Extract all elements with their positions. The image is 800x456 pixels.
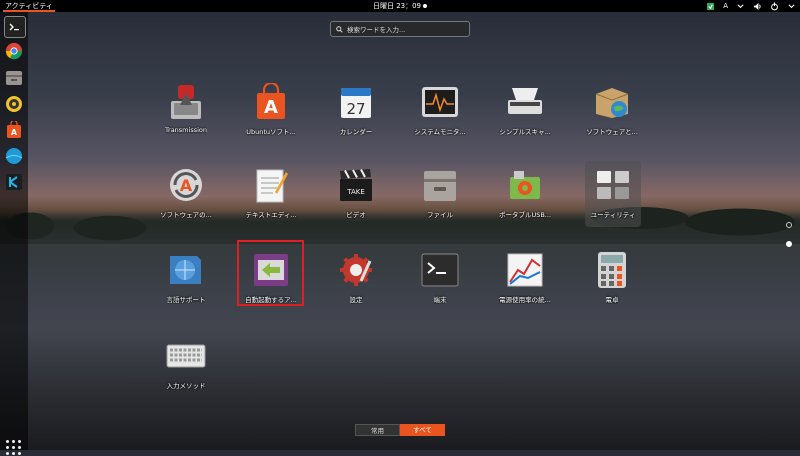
- dock-terminal[interactable]: [4, 16, 26, 38]
- svg-text:A: A: [180, 176, 193, 195]
- app-label: ファイル: [427, 211, 453, 219]
- app-label: ソフトウェアの...: [160, 211, 212, 219]
- app-label: ソフトウェアと...: [586, 128, 638, 136]
- app-label: 端末: [433, 296, 447, 304]
- volume-icon[interactable]: [753, 2, 762, 11]
- page-indicator-1[interactable]: [786, 222, 792, 228]
- chevron-down-icon[interactable]: [736, 2, 745, 11]
- power-statistics-icon: [507, 253, 543, 287]
- top-bar: アクティビティ 日曜日 23：09 A: [0, 0, 800, 12]
- app-calculator[interactable]: 電卓: [574, 248, 650, 314]
- dock-files[interactable]: [4, 68, 24, 88]
- dock-globe[interactable]: [4, 146, 24, 166]
- app-software-properties[interactable]: ソフトウェアと...: [574, 80, 650, 146]
- app-label: Transmission: [165, 126, 207, 134]
- app-label: 言語サポート: [166, 296, 206, 304]
- search-input[interactable]: 検索ワードを入力...: [330, 21, 470, 37]
- show-applications-button[interactable]: [6, 440, 22, 456]
- app-input-method[interactable]: 入力メソッド: [148, 334, 224, 400]
- startup-apps-icon: [254, 254, 288, 286]
- app-terminal[interactable]: 端末: [402, 248, 478, 314]
- terminal-icon: [421, 253, 459, 287]
- files-icon: [6, 71, 22, 85]
- clock[interactable]: 日曜日 23：09: [372, 0, 428, 12]
- chevron-down-icon[interactable]: [787, 2, 796, 11]
- svg-text:A: A: [11, 128, 18, 137]
- dock-rhythmbox[interactable]: [4, 94, 24, 114]
- language-support-icon: [170, 256, 201, 284]
- svg-text:A: A: [264, 97, 278, 118]
- app-label: 入力メソッド: [166, 382, 206, 390]
- app-usb-creator[interactable]: ポータブルUSB...: [487, 163, 563, 229]
- transmission-icon: [171, 85, 201, 119]
- app-label: 電卓: [605, 296, 619, 304]
- usb-creator-icon: [510, 171, 540, 199]
- dock-software-center[interactable]: A: [4, 120, 24, 140]
- app-label: シンプルスキャ...: [499, 128, 551, 136]
- text-editor-icon: [256, 169, 288, 203]
- app-simple-scan[interactable]: シンプルスキャ...: [487, 80, 563, 146]
- scanner-icon: [508, 88, 542, 114]
- app-label: ポータブルUSB...: [498, 211, 552, 219]
- kodi-icon: [6, 174, 22, 190]
- app-language-support[interactable]: 言語サポート: [148, 248, 224, 314]
- utilities-folder-icon: [597, 171, 629, 199]
- videos-icon: TAKE: [340, 169, 372, 201]
- network-status-icon[interactable]: [706, 2, 715, 11]
- app-label: カレンダー: [339, 128, 373, 136]
- app-startup-applications[interactable]: 自動起動するア...: [233, 248, 309, 314]
- svg-text:27: 27: [346, 100, 365, 118]
- system-monitor-icon: [422, 87, 458, 117]
- dock: A: [0, 12, 28, 455]
- app-label: テキストエディ...: [245, 211, 297, 219]
- ubuntu-software-icon: A: [7, 121, 21, 138]
- app-label: 自動起動するア...: [245, 296, 297, 304]
- dock-kodi[interactable]: [4, 172, 24, 192]
- clock-label: 日曜日 23：09: [372, 2, 422, 10]
- rhythmbox-icon: [6, 96, 22, 112]
- terminal-icon: [9, 23, 19, 31]
- app-power-statistics[interactable]: 電源使用率の統...: [487, 248, 563, 314]
- globe-icon: [5, 148, 23, 164]
- app-system-monitor[interactable]: システムモニタ...: [402, 80, 478, 146]
- app-label: 電源使用率の統...: [499, 296, 551, 304]
- activities-button[interactable]: アクティビティ: [3, 0, 55, 12]
- input-method-icon: [166, 344, 206, 368]
- app-videos[interactable]: TAKE ビデオ: [318, 163, 394, 229]
- app-calendar[interactable]: 27 カレンダー: [318, 80, 394, 146]
- app-transmission[interactable]: Transmission: [148, 80, 224, 146]
- app-label: Ubuntuソフト...: [246, 128, 296, 136]
- tab-all[interactable]: すべて: [400, 424, 445, 436]
- app-label: 設定: [349, 296, 363, 304]
- keyboard-indicator[interactable]: A: [723, 0, 728, 12]
- app-text-editor[interactable]: テキストエディ...: [233, 163, 309, 229]
- folder-utilities[interactable]: ユーティリティ: [575, 163, 651, 229]
- app-software-updater[interactable]: A ソフトウェアの...: [148, 163, 224, 229]
- app-files[interactable]: ファイル: [402, 163, 478, 229]
- page-indicator-2[interactable]: [786, 241, 792, 247]
- system-tray[interactable]: A: [706, 0, 796, 12]
- app-label: ユーティリティ: [590, 211, 636, 219]
- app-settings[interactable]: 設定: [318, 248, 394, 314]
- search-icon: [336, 25, 343, 33]
- search-placeholder: 検索ワードを入力...: [347, 26, 406, 34]
- app-label: ビデオ: [346, 211, 366, 219]
- notification-dot-icon: [423, 4, 428, 8]
- settings-icon: [340, 254, 372, 286]
- app-ubuntu-software[interactable]: A Ubuntuソフト...: [233, 80, 309, 146]
- calendar-icon: 27: [341, 88, 371, 118]
- files-icon: [424, 171, 456, 201]
- software-updates-icon: [595, 88, 629, 118]
- chrome-icon: [5, 42, 23, 60]
- power-icon[interactable]: [770, 1, 779, 11]
- view-switcher: 常用 すべて: [355, 424, 445, 436]
- calculator-icon: [598, 252, 626, 288]
- tab-frequent[interactable]: 常用: [355, 424, 400, 436]
- dock-chrome[interactable]: [4, 41, 24, 61]
- svg-text:TAKE: TAKE: [346, 188, 365, 196]
- ubuntu-software-icon: A: [257, 83, 285, 119]
- software-updater-icon: A: [170, 169, 202, 201]
- app-label: システムモニタ...: [414, 128, 466, 136]
